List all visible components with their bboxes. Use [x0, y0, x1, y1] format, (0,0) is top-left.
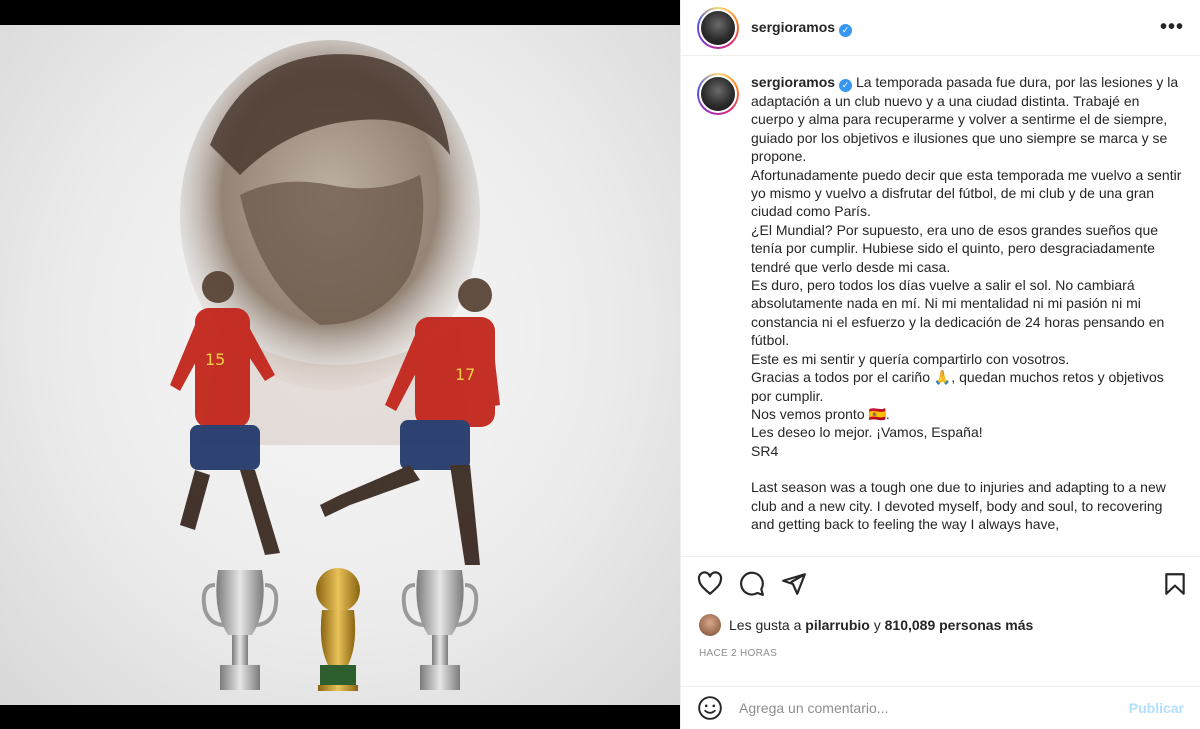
- caption-paragraph-8: SR4: [751, 442, 779, 459]
- post-image-illustration: 15 17: [170, 40, 500, 691]
- avatar[interactable]: [697, 6, 739, 49]
- caption-paragraph-4: Este es mi sentir y quería compartirlo c…: [751, 350, 1070, 367]
- media-panel: 15 17: [0, 0, 680, 729]
- caption-verified-badge-icon: ✓: [839, 79, 853, 92]
- liker-username[interactable]: pilarrubio: [805, 617, 870, 633]
- verified-badge-icon: ✓: [839, 23, 853, 37]
- caption-paragraph-1: Afortunadamente puedo decir que esta tem…: [751, 166, 1182, 220]
- caption-paragraph-3: Es duro, pero todos los días vuelve a sa…: [751, 277, 1165, 349]
- post-image[interactable]: 15 17: [0, 25, 680, 705]
- trophy-left-icon: [201, 570, 279, 690]
- caption-paragraph-2: ¿El Mundial? Por supuesto, era uno de es…: [751, 221, 1159, 275]
- save-bookmark-icon[interactable]: [1162, 571, 1188, 597]
- caption-scroll-area[interactable]: sergioramos ✓ La temporada pasada fue dur…: [681, 57, 1200, 557]
- likes-prefix: Les gusta a: [729, 617, 802, 633]
- likes-count[interactable]: 810,089 personas más: [885, 617, 1034, 633]
- likes-summary: Les gusta a pilarrubio y 810,089 persona…: [699, 614, 1033, 636]
- caption-paragraph-10: Last season was a tough one due to injur…: [751, 479, 1166, 532]
- caption-paragraph-7: Les deseo lo mejor. ¡Vamos, España!: [751, 424, 983, 441]
- caption-text: sergioramos ✓ La temporada pasada fue dur…: [751, 73, 1184, 533]
- post-timestamp[interactable]: HACE 2 HORAS: [699, 648, 777, 659]
- publish-button[interactable]: Publicar: [1129, 700, 1184, 716]
- trophy-right-icon: [401, 570, 479, 690]
- post-details-panel: sergioramos ✓ ••• sergioramos ✓ La tempora…: [680, 0, 1200, 729]
- comment-input[interactable]: Agrega un comentario...: [739, 700, 1129, 716]
- caption-paragraph-5: Gracias a todos por el cariño 🙏, quedan …: [751, 369, 1164, 404]
- world-cup-trophy-icon: [316, 568, 360, 691]
- caption-avatar-image: [699, 75, 737, 113]
- action-bar: [697, 566, 1188, 602]
- more-options-icon[interactable]: •••: [1160, 16, 1184, 39]
- jersey-number-right: 17: [455, 365, 475, 384]
- comment-box: Agrega un comentario... Publicar: [681, 686, 1200, 729]
- header-username-text[interactable]: sergioramos: [751, 19, 835, 35]
- instagram-post-modal: 15 17 sergioramos ✓ ••• sergioramos ✓ La…: [0, 0, 1200, 729]
- likes-joiner: y: [873, 617, 881, 633]
- caption-paragraph-9: [751, 460, 1184, 478]
- like-heart-icon[interactable]: [697, 571, 723, 597]
- avatar-image: [699, 8, 737, 47]
- emoji-icon[interactable]: [697, 695, 723, 721]
- jersey-number-left: 15: [205, 350, 225, 369]
- caption-paragraph-6: Nos vemos pronto 🇪🇸.: [751, 405, 890, 422]
- caption-avatar[interactable]: [697, 73, 739, 115]
- header-username[interactable]: sergioramos ✓: [751, 19, 853, 37]
- caption: sergioramos ✓ La temporada pasada fue dur…: [697, 73, 1184, 533]
- comment-bubble-icon[interactable]: [739, 571, 765, 597]
- liker-avatar[interactable]: [699, 614, 721, 636]
- caption-username[interactable]: sergioramos: [751, 74, 835, 90]
- post-header: sergioramos ✓ •••: [681, 0, 1200, 56]
- share-send-icon[interactable]: [781, 571, 807, 597]
